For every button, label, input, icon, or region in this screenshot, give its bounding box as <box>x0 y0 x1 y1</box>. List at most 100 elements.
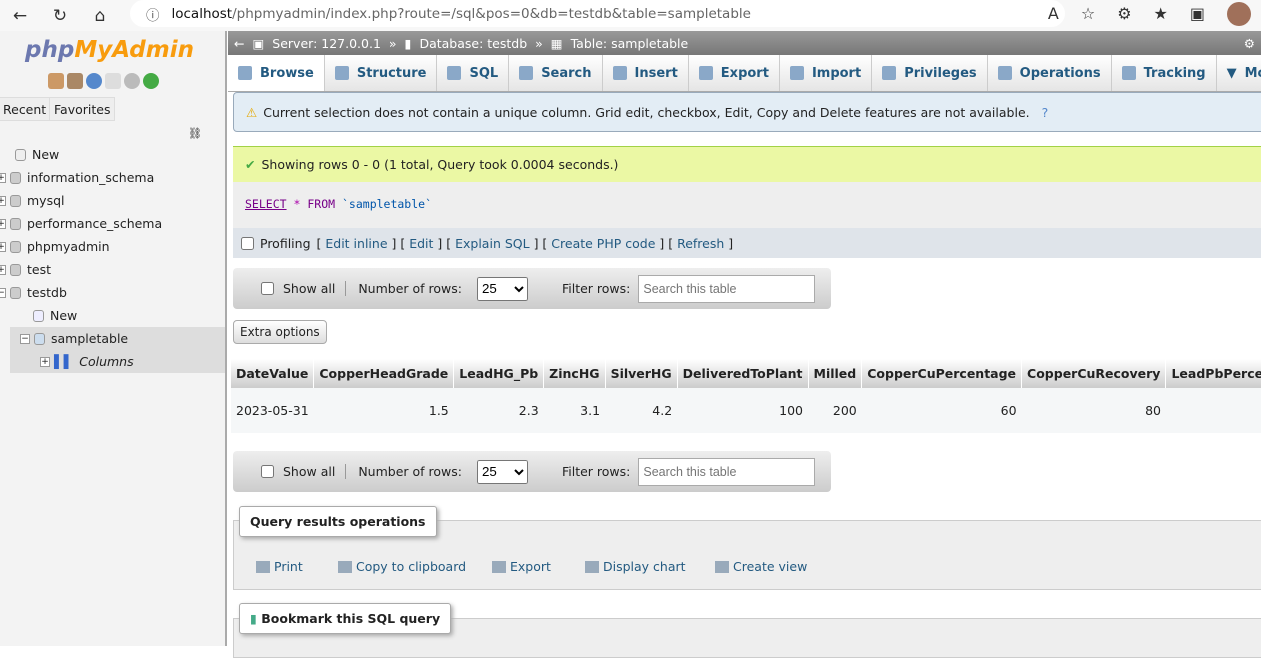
collapse-icon[interactable]: − <box>0 287 6 298</box>
wrench-icon <box>997 66 1012 80</box>
column-header[interactable]: LeadHG_Pb <box>453 359 545 388</box>
tree-table-sampletable[interactable]: − sampletable <box>10 327 225 350</box>
tree-label: Columns <box>79 354 134 369</box>
profiling-checkbox[interactable] <box>241 236 254 250</box>
rows-label: Number of rows: <box>358 464 462 479</box>
tree-db-phpmyadmin[interactable]: + phpmyadmin <box>0 235 225 258</box>
favorites-icon[interactable]: ★ <box>1154 4 1168 23</box>
tab-insert[interactable]: Insert <box>602 55 689 91</box>
breadcrumb-server[interactable]: Server: 127.0.0.1 <box>272 36 381 51</box>
expand-icon[interactable]: + <box>0 195 6 206</box>
url-host: localhost <box>171 5 233 22</box>
tab-sql[interactable]: SQL <box>437 55 510 91</box>
copy-clipboard-link[interactable]: Copy to clipboard <box>338 559 466 574</box>
print-link[interactable]: Print <box>256 559 303 574</box>
tab-import[interactable]: Import <box>779 55 873 91</box>
docs-icon[interactable] <box>105 73 121 89</box>
edit-link[interactable]: Edit <box>409 236 433 251</box>
show-all-checkbox[interactable] <box>261 282 274 295</box>
copy-label[interactable]: Copy to clipboard <box>356 559 466 574</box>
tab-more[interactable]: ▼ More <box>1216 55 1261 91</box>
back-icon[interactable]: ← <box>0 6 40 26</box>
favorites-tab[interactable]: Favorites <box>49 97 116 121</box>
tab-label: Insert <box>634 65 678 81</box>
tree-label: information_schema <box>27 170 155 185</box>
help-icon[interactable] <box>86 73 102 89</box>
create-view-link[interactable]: Create view <box>715 559 807 574</box>
tree-db-test[interactable]: + test <box>0 258 225 281</box>
extra-options-button[interactable]: Extra options <box>233 320 327 344</box>
tab-privileges[interactable]: Privileges <box>872 55 988 91</box>
collapse-icon[interactable]: − <box>20 333 30 344</box>
export-link[interactable]: Export <box>492 559 551 574</box>
tree-columns[interactable]: + ▌▌ Columns <box>10 350 225 373</box>
home-icon[interactable] <box>48 73 64 89</box>
bookmark-title[interactable]: ▮ Bookmark this SQL query <box>239 603 452 634</box>
create-view-label[interactable]: Create view <box>733 559 807 574</box>
expand-icon[interactable]: + <box>0 241 6 252</box>
column-header[interactable]: DeliveredToPlant <box>677 359 809 388</box>
tree-db-testdb[interactable]: − testdb <box>0 281 225 304</box>
expand-icon[interactable]: + <box>0 218 6 229</box>
chart-label[interactable]: Display chart <box>603 559 686 574</box>
sql-keyword-select[interactable]: SELECT <box>245 197 287 211</box>
filter-input[interactable] <box>638 274 816 303</box>
show-all-checkbox[interactable] <box>261 465 274 478</box>
tab-label: Import <box>811 65 862 81</box>
collections-icon[interactable]: ▣ <box>1190 4 1205 23</box>
print-label[interactable]: Print <box>274 559 303 574</box>
settings-icon[interactable]: ⚙ <box>1244 36 1255 51</box>
breadcrumb-table[interactable]: Table: sampletable <box>571 36 689 51</box>
explain-sql-link[interactable]: Explain SQL <box>455 236 529 251</box>
edit-inline-link[interactable]: Edit inline <box>325 236 387 251</box>
tree-db-performance-schema[interactable]: + performance_schema <box>0 212 225 235</box>
column-header[interactable]: LeadPbPercen <box>1165 359 1261 388</box>
phpmyadmin-logo[interactable]: phpMyAdmin <box>25 37 194 63</box>
breadcrumb-database[interactable]: Database: testdb <box>419 36 527 51</box>
column-header[interactable]: Milled <box>808 359 863 388</box>
home-icon[interactable]: ⌂ <box>80 6 120 26</box>
display-chart-link[interactable]: Display chart <box>585 559 686 574</box>
expand-icon[interactable]: + <box>0 264 6 275</box>
logout-icon[interactable] <box>67 73 83 89</box>
tab-structure[interactable]: Structure <box>324 55 438 91</box>
column-header[interactable]: CopperCuRecovery <box>1021 359 1167 388</box>
column-header[interactable]: CopperCuPercentage <box>861 359 1023 388</box>
help-icon[interactable]: ? <box>1042 105 1049 120</box>
tab-browse[interactable]: Browse <box>228 55 325 91</box>
reload-icon[interactable]: ↻ <box>40 6 80 26</box>
address-bar[interactable]: ⓘ localhost/phpmyadmin/index.php?route=/s… <box>130 0 1065 27</box>
tab-tracking[interactable]: Tracking <box>1111 55 1217 91</box>
expand-icon[interactable]: + <box>40 356 50 367</box>
results-table: DateValue CopperHeadGrade LeadHG_Pb ZincHG S… <box>231 359 1261 433</box>
column-header[interactable]: ZincHG <box>543 359 606 388</box>
read-aloud-icon[interactable]: A <box>1048 4 1059 23</box>
expand-icon[interactable]: + <box>0 172 6 183</box>
export-label[interactable]: Export <box>510 559 551 574</box>
rows-select[interactable]: 25 <box>476 459 528 484</box>
tab-search[interactable]: Search <box>509 55 603 91</box>
tree-db-mysql[interactable]: + mysql <box>0 189 225 212</box>
column-header[interactable]: DateValue <box>231 359 315 388</box>
refresh-link[interactable]: Refresh <box>677 236 724 251</box>
refresh-icon[interactable] <box>143 73 159 89</box>
tree-new-table[interactable]: New <box>0 304 225 327</box>
rows-select[interactable]: 25 <box>476 276 528 301</box>
tree-label: New <box>50 308 78 323</box>
collapse-panel-icon[interactable]: ← <box>234 36 244 51</box>
show-all-label: Show all <box>283 464 347 479</box>
link-icon[interactable]: ⛓ <box>188 127 202 140</box>
column-header[interactable]: CopperHeadGrade <box>313 359 455 388</box>
recent-tab[interactable]: Recent <box>0 97 52 121</box>
tree-new[interactable]: New <box>0 143 225 166</box>
extensions-icon[interactable]: ⚙ <box>1117 4 1131 23</box>
tree-db-information-schema[interactable]: + information_schema <box>0 166 225 189</box>
create-php-code-link[interactable]: Create PHP code <box>551 236 655 251</box>
tab-operations[interactable]: Operations <box>987 55 1112 91</box>
favorite-add-icon[interactable]: ☆ <box>1081 4 1095 23</box>
tab-export[interactable]: Export <box>688 55 780 91</box>
avatar[interactable] <box>1227 1 1251 26</box>
settings-icon[interactable] <box>124 73 140 89</box>
filter-input[interactable] <box>638 457 816 486</box>
column-header[interactable]: SilverHG <box>605 359 678 388</box>
